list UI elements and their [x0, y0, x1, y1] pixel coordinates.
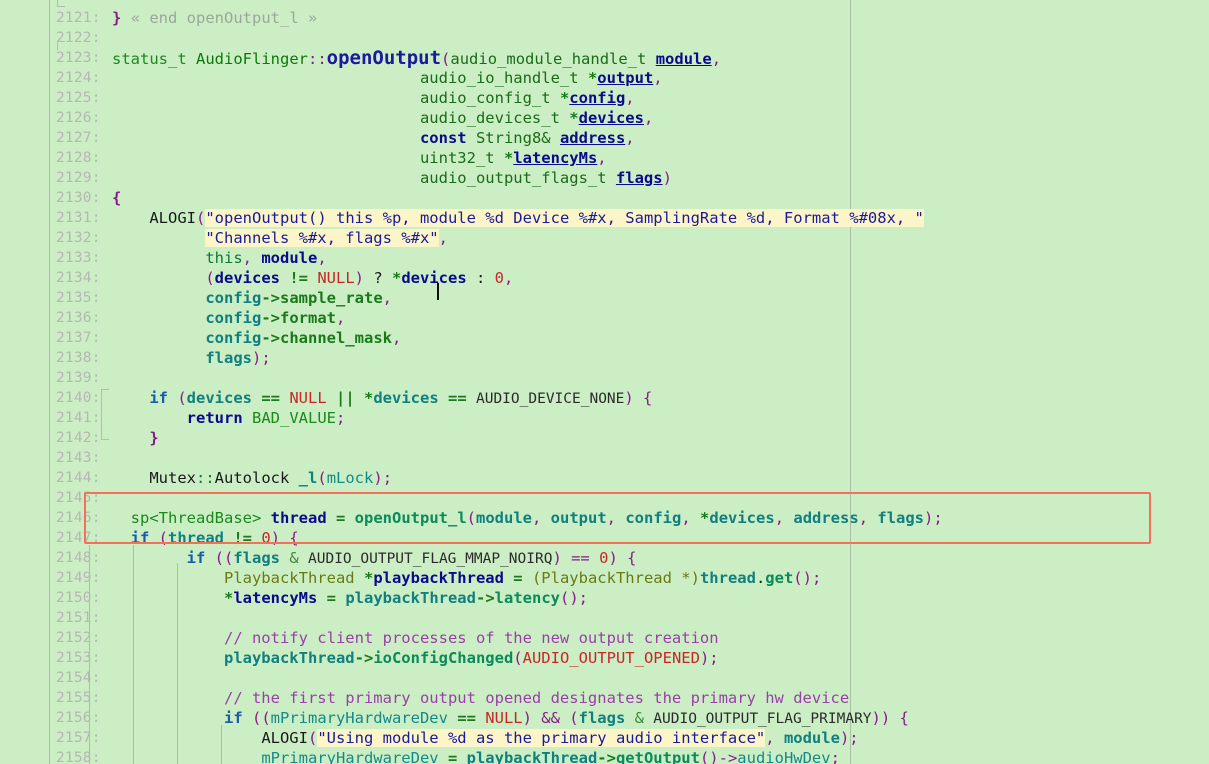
code-line[interactable]: 2143: [0, 428, 1209, 466]
code-line[interactable]: 2142: } [0, 408, 1209, 447]
token-method: getOutput [615, 749, 700, 764]
code-line[interactable]: 2135: config->sample_rate, [0, 268, 1209, 307]
code-line[interactable]: 2154: [0, 648, 1209, 686]
code-line[interactable]: 2146: sp<ThreadBase> thread = openOutput… [0, 488, 1209, 527]
text-caret [437, 283, 439, 300]
code-line[interactable]: 2156: if ((mPrimaryHardwareDev == NULL) … [0, 688, 1209, 727]
code-line[interactable]: 2127: const String8& address, [0, 108, 1209, 147]
line-number: 2158: [56, 750, 101, 764]
code-line[interactable]: 2138: flags); [0, 328, 1209, 367]
code-line[interactable]: 2157: ALOGI("Using module %d as the prim… [0, 708, 1209, 747]
code-line[interactable]: 2124: audio_io_handle_t *output, [0, 48, 1209, 87]
code-line[interactable]: 2151: [0, 588, 1209, 626]
code-line[interactable]: 2130:{ [0, 168, 1209, 207]
code-editor[interactable]: 2121:} « end openOutput_l » 2122: 2123: s… [0, 0, 1209, 764]
code-line[interactable]: 2152: // notify client processes of the … [0, 608, 1209, 647]
code-line[interactable]: 2131: ALOGI("openOutput() this %p, modul… [0, 188, 1209, 227]
code-line[interactable]: 2155: // the first primary output opened… [0, 668, 1209, 707]
code-lines: 2121:} « end openOutput_l » 2122: 2123: s… [0, 0, 1209, 764]
token-arrow: ()-> [699, 749, 738, 764]
code-line[interactable]: 2125: audio_config_t *config, [0, 68, 1209, 107]
code-line[interactable]: 2134: (devices != NULL) ? *devices : 0, [0, 248, 1209, 287]
code-line[interactable]: 2145: [0, 468, 1209, 506]
token-semicolon: ; [830, 749, 840, 764]
token-member: audioHwDev [737, 749, 831, 764]
token-arrow: -> [597, 749, 616, 764]
code-line[interactable]: 2149: PlaybackThread *playbackThread = (… [0, 548, 1209, 587]
code-line[interactable]: 2148: if ((flags & AUDIO_OUTPUT_FLAG_MMA… [0, 528, 1209, 567]
code-line[interactable]: 2147: if (thread != 0) { [0, 508, 1209, 547]
code-line[interactable]: 2140: if (devices == NULL || *devices ==… [0, 368, 1209, 407]
code-line[interactable]: 2126: audio_devices_t *devices, [0, 88, 1209, 127]
code-line[interactable]: 2123: status_t AudioFlinger::openOutput(a… [0, 28, 1209, 68]
code-line[interactable]: 2133: this, module, [0, 228, 1209, 267]
code-line[interactable]: 2132: "Channels %#x, flags %#x", [0, 208, 1209, 247]
token-assign: = [438, 749, 467, 764]
code-line[interactable]: 2139: [0, 348, 1209, 386]
token-object: playbackThread [466, 749, 598, 764]
code-line[interactable]: 2141: return BAD_VALUE; [0, 388, 1209, 427]
token-variable: mPrimaryHardwareDev [261, 749, 439, 764]
code-line[interactable]: 2153: playbackThread->ioConfigChanged(AU… [0, 628, 1209, 667]
code-line[interactable]: 2144: Mutex::Autolock _l(mLock); [0, 448, 1209, 487]
code-line[interactable]: 2158: mPrimaryHardwareDev = playbackThre… [0, 728, 1209, 764]
code-line[interactable]: 2128: uint32_t *latencyMs, [0, 128, 1209, 167]
code-line[interactable]: 2122: [0, 8, 1209, 46]
code-line[interactable]: 2150: *latencyMs = playbackThread->laten… [0, 568, 1209, 607]
code-line[interactable]: 2136: config->format, [0, 288, 1209, 327]
code-line[interactable]: 2121:} « end openOutput_l » [0, 0, 1209, 27]
code-line[interactable]: 2137: config->channel_mask, [0, 308, 1209, 347]
code-line[interactable]: 2129: audio_output_flags_t flags) [0, 148, 1209, 187]
